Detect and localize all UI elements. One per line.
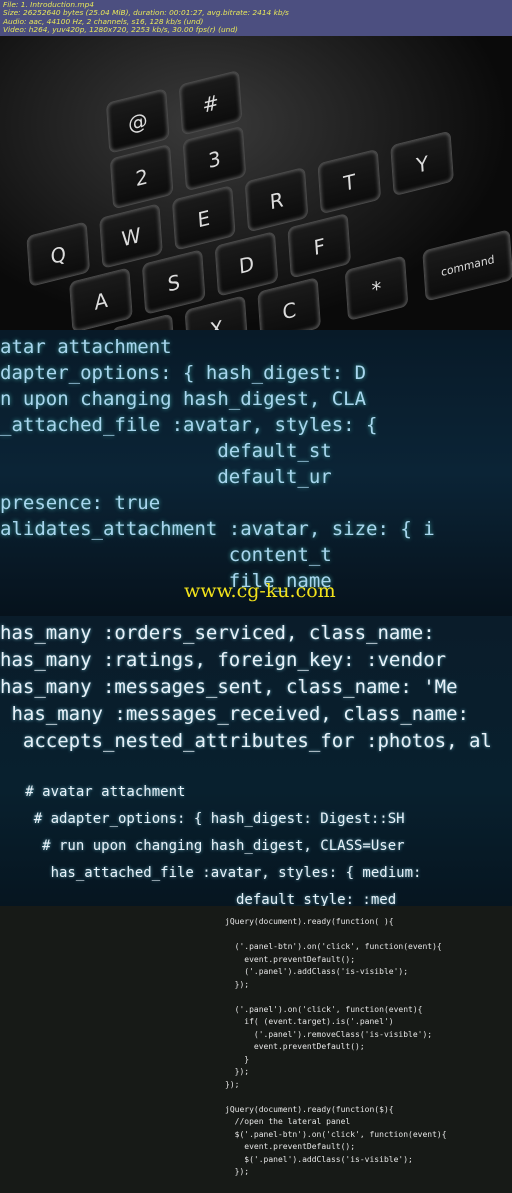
watermark: www.cg-ku.com	[184, 580, 336, 602]
key: 2	[109, 143, 174, 210]
code-line: presence: true	[0, 492, 161, 514]
code-line: event.preventDefault();	[225, 1142, 356, 1151]
key: D	[214, 231, 279, 297]
key: S	[141, 249, 206, 315]
key: Y	[390, 130, 454, 197]
code-line: });	[225, 1167, 250, 1176]
code-line: event.preventDefault();	[225, 954, 356, 964]
key: *	[344, 255, 409, 321]
key: W	[99, 203, 163, 269]
key: A	[69, 267, 133, 330]
key: E	[171, 184, 236, 251]
code-line: has_many :messages_received, class_name:	[0, 703, 469, 725]
thumbnail-jquery: jQuery(document).ready(function( ){ ('.p…	[0, 906, 512, 1193]
thumbnail-code-2: has_many :orders_serviced, class_name:ha…	[0, 616, 512, 906]
key: R	[244, 166, 309, 233]
code-line: ('.panel').on('click', function(event){	[225, 1004, 423, 1014]
file-info-header: File: 1. Introduction.mp4 Size: 26252640…	[0, 0, 512, 36]
code-line: n upon changing hash_digest, CLA	[0, 388, 367, 410]
code-line: $('.panel-btn').on('click', function(eve…	[225, 1129, 447, 1139]
code-line: default_st	[0, 440, 332, 462]
key: C	[257, 277, 322, 330]
code-line: alidates_attachment :avatar, size: { i	[0, 518, 435, 540]
thumbnail-code-1: atar attachment dapter_options: { hash_di…	[0, 330, 512, 616]
code-line: jQuery(document).ready(function($){	[225, 1104, 394, 1114]
code-line: dapter_options: { hash_digest: D	[0, 362, 367, 384]
code-line: ('.panel').addClass('is-visible');	[225, 967, 409, 976]
code-line: _attached_file :avatar, styles: {	[0, 414, 378, 436]
code-line: has_attached_file :avatar, styles: { med…	[0, 865, 422, 881]
key: Q	[26, 221, 91, 287]
code-line: default_style: :med	[0, 892, 397, 906]
code-line: default_ur	[0, 466, 332, 488]
key: command	[422, 229, 512, 302]
code-line: has_many :messages_sent, class_name: 'Me	[0, 676, 458, 698]
code-line: ('.panel-btn').on('click', function(even…	[225, 942, 442, 951]
code-line: # adapter_options: { hash_digest: Digest…	[0, 811, 405, 827]
code-line: ('.panel').removeClass('is-visible');	[225, 1029, 433, 1039]
key: T	[317, 148, 382, 215]
code-line: });	[225, 1079, 240, 1089]
code-line: event.preventDefault();	[225, 1042, 365, 1051]
key: 3	[182, 125, 247, 192]
code-line: has_many :ratings, foreign_key: :vendor	[0, 649, 447, 671]
key: #	[178, 69, 243, 136]
code-line: # run upon changing hash_digest, CLASS=U…	[0, 838, 405, 854]
code-line: });	[225, 979, 250, 989]
code-line: # avatar attachment	[0, 784, 186, 800]
code-line: });	[225, 1067, 250, 1076]
thumbnail-keyboard: @#23QWERTYASDFZXC*command	[0, 36, 512, 330]
code-line: if( (event.target).is('.panel')	[225, 1017, 394, 1026]
code-line: content_t	[0, 544, 332, 566]
code-line: has_many :orders_serviced, class_name:	[0, 622, 435, 644]
code-line: atar attachment	[0, 336, 172, 358]
code-line: jQuery(document).ready(function( ){	[225, 917, 394, 926]
key: @	[105, 88, 170, 154]
code-line: $('.panel').addClass('is-visible');	[225, 1154, 413, 1164]
video-info: Video: h264, yuv420p, 1280x720, 2253 kb/…	[3, 25, 238, 35]
key: F	[287, 212, 352, 279]
code-line: //open the lateral panel	[225, 1117, 351, 1126]
code-line: }	[225, 1054, 250, 1064]
code-line: accepts_nested_attributes_for :photos, a…	[0, 730, 492, 752]
